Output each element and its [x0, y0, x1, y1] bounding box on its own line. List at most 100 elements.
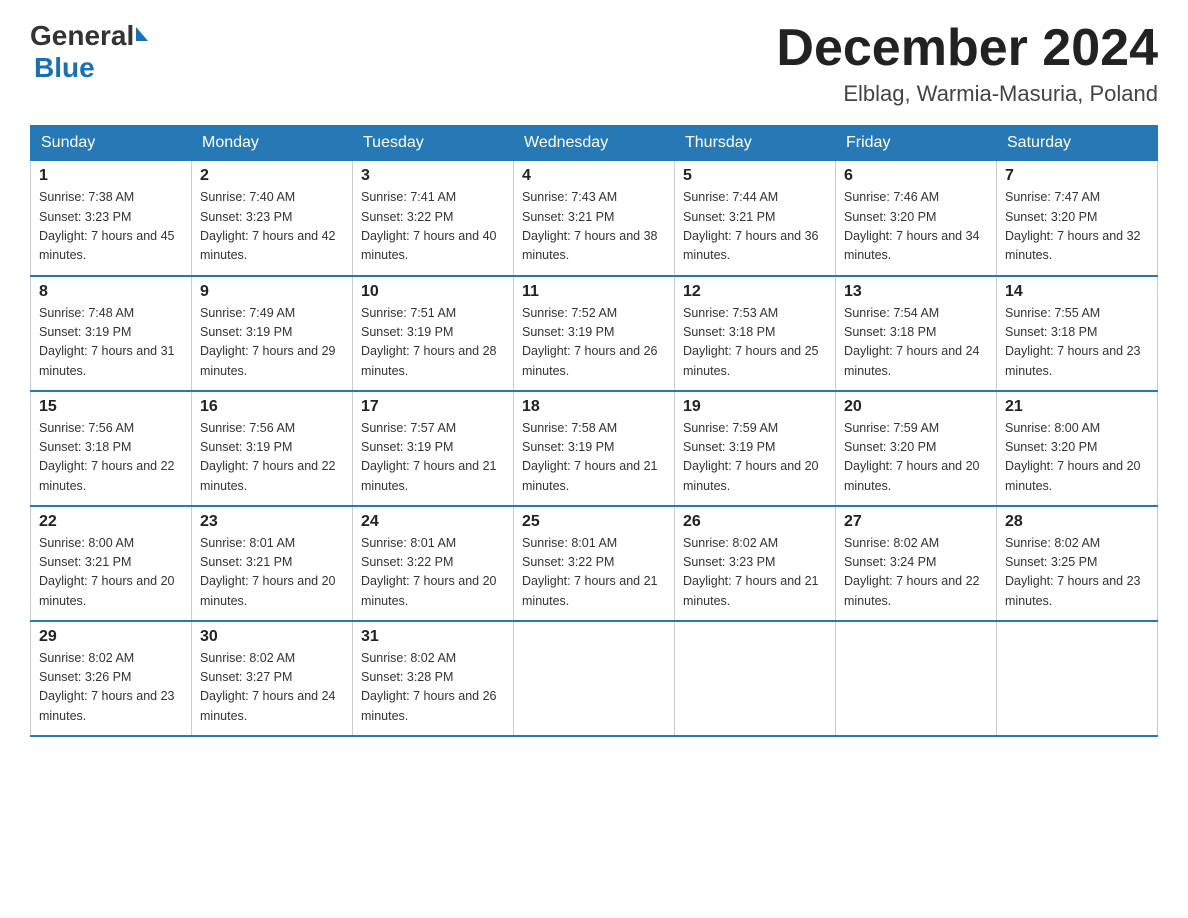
table-row: 4 Sunrise: 7:43 AMSunset: 3:21 PMDaylight… [514, 161, 675, 276]
day-number: 3 [361, 167, 505, 185]
day-info: Sunrise: 8:02 AMSunset: 3:27 PMDaylight:… [200, 649, 344, 727]
table-row: 11 Sunrise: 7:52 AMSunset: 3:19 PMDayligh… [514, 276, 675, 391]
logo-blue-text: Blue [34, 52, 95, 83]
table-row: 17Sunrise: 7:57 AMSunset: 3:19 PMDayligh… [353, 391, 514, 506]
table-row: 16Sunrise: 7:56 AMSunset: 3:19 PMDayligh… [192, 391, 353, 506]
day-number: 8 [39, 283, 183, 301]
calendar-week-row: 8 Sunrise: 7:48 AMSunset: 3:19 PMDaylight… [31, 276, 1158, 391]
day-number: 23 [200, 513, 344, 531]
day-info: Sunrise: 8:02 AMSunset: 3:25 PMDaylight:… [1005, 534, 1149, 612]
table-row: 10 Sunrise: 7:51 AMSunset: 3:19 PMDayligh… [353, 276, 514, 391]
day-info: Sunrise: 7:51 AMSunset: 3:19 PMDaylight:… [361, 304, 505, 382]
logo-general-text: General [30, 20, 134, 52]
day-number: 12 [683, 283, 827, 301]
day-number: 17 [361, 398, 505, 416]
day-info: Sunrise: 8:01 AMSunset: 3:21 PMDaylight:… [200, 534, 344, 612]
day-number: 10 [361, 283, 505, 301]
table-row: 30 Sunrise: 8:02 AMSunset: 3:27 PMDayligh… [192, 621, 353, 736]
logo: General Blue [30, 20, 148, 84]
day-number: 31 [361, 628, 505, 646]
table-row: 29 Sunrise: 8:02 AMSunset: 3:26 PMDayligh… [31, 621, 192, 736]
header-sunday: Sunday [31, 126, 192, 161]
day-number: 5 [683, 167, 827, 185]
header-saturday: Saturday [997, 126, 1158, 161]
day-number: 16 [200, 398, 344, 416]
table-row: 19Sunrise: 7:59 AMSunset: 3:19 PMDayligh… [675, 391, 836, 506]
day-number: 24 [361, 513, 505, 531]
header-friday: Friday [836, 126, 997, 161]
day-number: 28 [1005, 513, 1149, 531]
day-number: 29 [39, 628, 183, 646]
header-thursday: Thursday [675, 126, 836, 161]
table-row: 15 Sunrise: 7:56 AMSunset: 3:18 PMDayligh… [31, 391, 192, 506]
day-info: Sunrise: 7:49 AMSunset: 3:19 PMDaylight:… [200, 304, 344, 382]
day-number: 15 [39, 398, 183, 416]
table-row: 5Sunrise: 7:44 AMSunset: 3:21 PMDaylight… [675, 161, 836, 276]
day-info: Sunrise: 7:40 AMSunset: 3:23 PMDaylight:… [200, 188, 344, 266]
location-subtitle: Elblag, Warmia-Masuria, Poland [776, 81, 1158, 107]
page-header: General Blue December 2024 Elblag, Warmi… [30, 20, 1158, 107]
day-number: 2 [200, 167, 344, 185]
day-info: Sunrise: 7:38 AMSunset: 3:23 PMDaylight:… [39, 188, 183, 266]
day-info: Sunrise: 7:56 AMSunset: 3:18 PMDaylight:… [39, 419, 183, 497]
table-row [997, 621, 1158, 736]
table-row: 24 Sunrise: 8:01 AMSunset: 3:22 PMDayligh… [353, 506, 514, 621]
logo-triangle-icon [136, 27, 148, 41]
calendar-week-row: 1 Sunrise: 7:38 AMSunset: 3:23 PMDaylight… [31, 161, 1158, 276]
day-number: 22 [39, 513, 183, 531]
calendar-header-row: Sunday Monday Tuesday Wednesday Thursday… [31, 126, 1158, 161]
title-area: December 2024 Elblag, Warmia-Masuria, Po… [776, 20, 1158, 107]
day-number: 30 [200, 628, 344, 646]
day-info: Sunrise: 7:52 AMSunset: 3:19 PMDaylight:… [522, 304, 666, 382]
table-row: 8 Sunrise: 7:48 AMSunset: 3:19 PMDaylight… [31, 276, 192, 391]
table-row: 20 Sunrise: 7:59 AMSunset: 3:20 PMDayligh… [836, 391, 997, 506]
header-monday: Monday [192, 126, 353, 161]
table-row [675, 621, 836, 736]
table-row: 12Sunrise: 7:53 AMSunset: 3:18 PMDayligh… [675, 276, 836, 391]
calendar-week-row: 15 Sunrise: 7:56 AMSunset: 3:18 PMDayligh… [31, 391, 1158, 506]
month-title: December 2024 [776, 20, 1158, 77]
calendar-week-row: 22 Sunrise: 8:00 AMSunset: 3:21 PMDayligh… [31, 506, 1158, 621]
table-row: 25Sunrise: 8:01 AMSunset: 3:22 PMDayligh… [514, 506, 675, 621]
day-info: Sunrise: 8:02 AMSunset: 3:24 PMDaylight:… [844, 534, 988, 612]
day-number: 18 [522, 398, 666, 416]
day-info: Sunrise: 7:48 AMSunset: 3:19 PMDaylight:… [39, 304, 183, 382]
day-info: Sunrise: 8:02 AMSunset: 3:26 PMDaylight:… [39, 649, 183, 727]
day-info: Sunrise: 7:47 AMSunset: 3:20 PMDaylight:… [1005, 188, 1149, 266]
day-info: Sunrise: 7:59 AMSunset: 3:20 PMDaylight:… [844, 419, 988, 497]
day-number: 6 [844, 167, 988, 185]
day-info: Sunrise: 7:43 AMSunset: 3:21 PMDaylight:… [522, 188, 666, 266]
day-info: Sunrise: 7:54 AMSunset: 3:18 PMDaylight:… [844, 304, 988, 382]
day-number: 9 [200, 283, 344, 301]
day-info: Sunrise: 7:46 AMSunset: 3:20 PMDaylight:… [844, 188, 988, 266]
day-info: Sunrise: 8:02 AMSunset: 3:28 PMDaylight:… [361, 649, 505, 727]
day-info: Sunrise: 7:58 AMSunset: 3:19 PMDaylight:… [522, 419, 666, 497]
day-number: 14 [1005, 283, 1149, 301]
header-tuesday: Tuesday [353, 126, 514, 161]
day-number: 20 [844, 398, 988, 416]
day-number: 21 [1005, 398, 1149, 416]
table-row: 7Sunrise: 7:47 AMSunset: 3:20 PMDaylight… [997, 161, 1158, 276]
table-row: 31 Sunrise: 8:02 AMSunset: 3:28 PMDayligh… [353, 621, 514, 736]
table-row: 2 Sunrise: 7:40 AMSunset: 3:23 PMDaylight… [192, 161, 353, 276]
table-row: 23 Sunrise: 8:01 AMSunset: 3:21 PMDayligh… [192, 506, 353, 621]
table-row: 27 Sunrise: 8:02 AMSunset: 3:24 PMDayligh… [836, 506, 997, 621]
table-row: 1 Sunrise: 7:38 AMSunset: 3:23 PMDaylight… [31, 161, 192, 276]
day-number: 27 [844, 513, 988, 531]
day-number: 1 [39, 167, 183, 185]
day-info: Sunrise: 8:00 AMSunset: 3:21 PMDaylight:… [39, 534, 183, 612]
day-number: 11 [522, 283, 666, 301]
day-number: 13 [844, 283, 988, 301]
day-number: 26 [683, 513, 827, 531]
table-row: 6 Sunrise: 7:46 AMSunset: 3:20 PMDaylight… [836, 161, 997, 276]
table-row: 21Sunrise: 8:00 AMSunset: 3:20 PMDayligh… [997, 391, 1158, 506]
table-row: 13 Sunrise: 7:54 AMSunset: 3:18 PMDayligh… [836, 276, 997, 391]
table-row: 22 Sunrise: 8:00 AMSunset: 3:21 PMDayligh… [31, 506, 192, 621]
table-row: 14Sunrise: 7:55 AMSunset: 3:18 PMDayligh… [997, 276, 1158, 391]
day-info: Sunrise: 7:41 AMSunset: 3:22 PMDaylight:… [361, 188, 505, 266]
header-wednesday: Wednesday [514, 126, 675, 161]
table-row: 18 Sunrise: 7:58 AMSunset: 3:19 PMDayligh… [514, 391, 675, 506]
day-info: Sunrise: 8:01 AMSunset: 3:22 PMDaylight:… [361, 534, 505, 612]
table-row: 28 Sunrise: 8:02 AMSunset: 3:25 PMDayligh… [997, 506, 1158, 621]
day-number: 4 [522, 167, 666, 185]
